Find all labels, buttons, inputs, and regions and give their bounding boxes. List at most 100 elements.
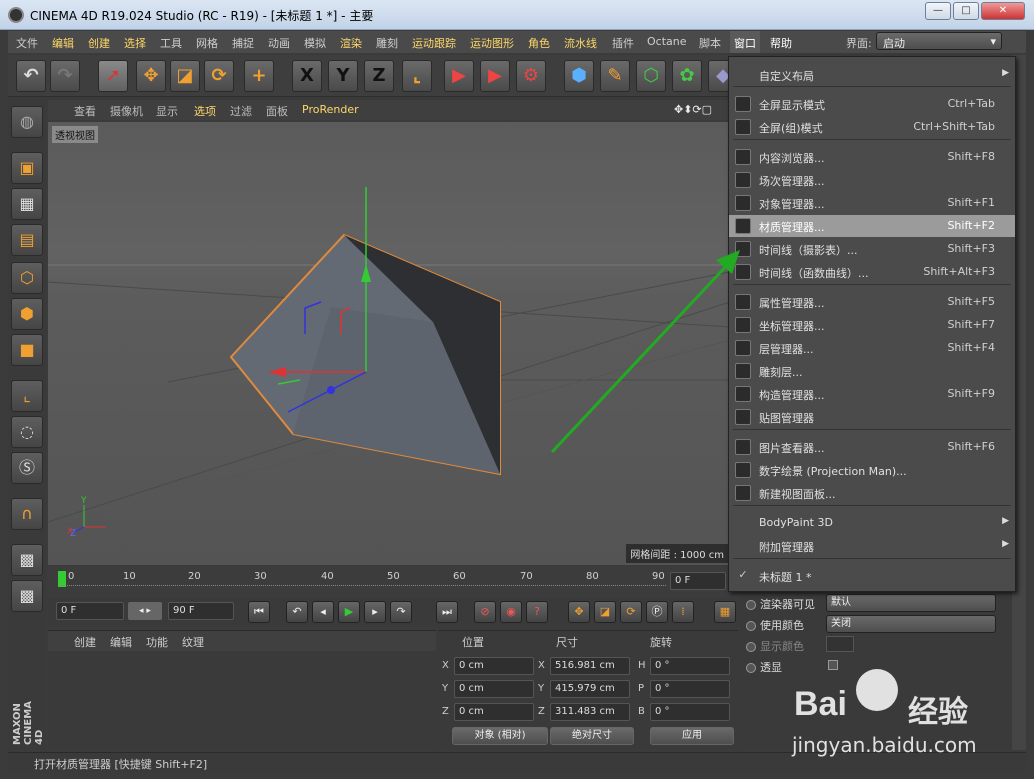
window-menu-item[interactable]: 坐标管理器... Shift+F7 [729, 314, 1015, 336]
key-position-button[interactable]: ✥ [568, 601, 590, 623]
move-tool-button[interactable]: ✥ [136, 60, 166, 92]
prev-frame-button[interactable]: ◂ [312, 601, 334, 623]
window-menu-item[interactable]: 全屏显示模式 Ctrl+Tab [729, 93, 1015, 115]
coord-mode-select[interactable]: 对象 (相对) [452, 727, 548, 745]
window-menu-item[interactable]: 附加管理器 ▶ [729, 535, 1015, 557]
next-frame-button[interactable]: ▸ [364, 601, 386, 623]
material-menu-create[interactable]: 创建 [74, 634, 96, 650]
radio-icon[interactable] [746, 600, 756, 610]
window-menu-item[interactable]: 场次管理器... [729, 169, 1015, 191]
viewport-menu-filter[interactable]: 过滤 [230, 103, 252, 119]
key-rotation-button[interactable]: ⟳ [620, 601, 642, 623]
coordinate-system-button[interactable]: ⌞ [402, 60, 432, 92]
viewport-menu-view[interactable]: 查看 [74, 103, 96, 119]
timeline[interactable]: 0 10 20 30 40 50 60 70 80 90 0 F [48, 567, 730, 597]
frame-range-slider[interactable]: ◂ ▸ [128, 602, 162, 620]
menu-pipeline[interactable]: 流水线 [564, 35, 597, 51]
rotate-tool-button[interactable]: ⟳ [204, 60, 234, 92]
display-color-swatch[interactable] [826, 636, 854, 652]
tweak-mode-button[interactable]: ◌ [11, 416, 43, 448]
window-menu-item[interactable]: 时间线（摄影表）... Shift+F3 [729, 238, 1015, 260]
pen-button[interactable]: ✎ [600, 60, 630, 92]
texture-mode-button[interactable]: ▦ [11, 188, 43, 220]
menu-tools[interactable]: 工具 [160, 35, 182, 51]
window-menu-item[interactable]: 属性管理器... Shift+F5 [729, 291, 1015, 313]
window-menu-item[interactable]: 材质管理器... Shift+F2 [729, 215, 1015, 237]
use-color-select[interactable]: 关闭 [826, 615, 996, 633]
window-menu-item[interactable]: BodyPaint 3D ▶ [729, 512, 1015, 534]
close-button[interactable]: ✕ [981, 2, 1025, 20]
workplane-mode-button[interactable]: ▤ [11, 224, 43, 256]
x-axis-button[interactable]: X [292, 60, 322, 92]
key-points-button[interactable]: ⁞ [672, 601, 694, 623]
window-menu-item[interactable]: ✓ 未标题 1 * [729, 565, 1015, 587]
snap-button[interactable]: Ⓢ [11, 452, 43, 484]
go-to-start-button[interactable]: ⏮ [248, 601, 270, 623]
prev-key-button[interactable]: ↶ [286, 601, 308, 623]
redo-button[interactable]: ↷ [50, 60, 80, 92]
viewport-menu-panel[interactable]: 面板 [266, 103, 288, 119]
y-axis-button[interactable]: Y [328, 60, 358, 92]
keyframe-selection-button[interactable]: ? [526, 601, 548, 623]
material-menu-texture[interactable]: 纹理 [182, 634, 204, 650]
model-mode-button[interactable]: ▣ [11, 152, 43, 184]
key-parameter-button[interactable]: Ⓟ [646, 601, 668, 623]
radio-icon[interactable] [746, 621, 756, 631]
viewport-menu-prorender[interactable]: ProRender [302, 103, 359, 116]
menu-simulate[interactable]: 模拟 [304, 35, 326, 51]
radio-icon[interactable] [746, 642, 756, 652]
viewport-menu-display[interactable]: 显示 [156, 103, 178, 119]
apply-button[interactable]: 应用 [650, 727, 734, 745]
magnet-button[interactable]: ∩ [11, 498, 43, 530]
window-menu-item[interactable]: 图片查看器... Shift+F6 [729, 436, 1015, 458]
current-frame-field[interactable]: 0 F [670, 572, 726, 590]
go-to-end-button[interactable]: ⏭ [436, 601, 458, 623]
menu-snap[interactable]: 捕捉 [232, 35, 254, 51]
layout-select[interactable]: 启动 ▾ [876, 32, 1002, 50]
make-editable-button[interactable]: ◍ [11, 106, 43, 138]
material-menu-edit[interactable]: 编辑 [110, 634, 132, 650]
menu-script[interactable]: 脚本 [699, 35, 721, 51]
menu-mesh[interactable]: 网格 [196, 35, 218, 51]
window-menu-item[interactable]: 内容浏览器... Shift+F8 [729, 146, 1015, 168]
grid-snap-button[interactable]: ▩ [11, 580, 43, 612]
menu-select[interactable]: 选择 [124, 35, 146, 51]
viewport-menu-camera[interactable]: 摄像机 [110, 103, 143, 119]
window-menu-item[interactable]: 层管理器... Shift+F4 [729, 337, 1015, 359]
play-button[interactable]: ▶ [338, 601, 360, 623]
record-button[interactable]: ⊘ [474, 601, 496, 623]
viewport-menu-options[interactable]: 选项 [194, 103, 216, 119]
maximize-button[interactable]: □ [953, 2, 979, 20]
radio-icon[interactable] [746, 663, 756, 673]
menu-render[interactable]: 渲染 [340, 35, 362, 51]
recent-tool-button[interactable]: + [244, 60, 274, 92]
size-mode-select[interactable]: 绝对尺寸 [550, 727, 634, 745]
autokey-button[interactable]: ◉ [500, 601, 522, 623]
rotation-b-field[interactable]: 0 ° [650, 703, 730, 721]
position-z-field[interactable]: 0 cm [454, 703, 534, 721]
window-menu-item[interactable]: 贴图管理器 [729, 406, 1015, 428]
scale-tool-button[interactable]: ◪ [170, 60, 200, 92]
window-menu-item[interactable]: 全屏(组)模式 Ctrl+Shift+Tab [729, 116, 1015, 138]
key-scale-button[interactable]: ◪ [594, 601, 616, 623]
window-menu-item[interactable]: 雕刻层... [729, 360, 1015, 382]
z-axis-button[interactable]: Z [364, 60, 394, 92]
window-menu-item[interactable]: 构造管理器... Shift+F9 [729, 383, 1015, 405]
window-menu-item[interactable]: 自定义布局 ▶ [729, 64, 1015, 86]
size-z-field[interactable]: 311.483 cm [550, 703, 630, 721]
subdivision-button[interactable]: ⬡ [636, 60, 666, 92]
window-menu-item[interactable]: 时间线（函数曲线）... Shift+Alt+F3 [729, 261, 1015, 283]
menu-mograph[interactable]: 运动图形 [470, 35, 514, 51]
points-mode-button[interactable]: ⬡ [11, 262, 43, 294]
position-y-field[interactable]: 0 cm [454, 680, 534, 698]
window-menu-item[interactable]: 新建视图面板... [729, 482, 1015, 504]
undo-button[interactable]: ↶ [16, 60, 46, 92]
window-menu-item[interactable]: 对象管理器... Shift+F1 [729, 192, 1015, 214]
live-selection-button[interactable]: ➚ [98, 60, 128, 92]
edges-mode-button[interactable]: ⬢ [11, 298, 43, 330]
menu-edit[interactable]: 编辑 [52, 35, 74, 51]
material-menu-function[interactable]: 功能 [146, 634, 168, 650]
size-y-field[interactable]: 415.979 cm [550, 680, 630, 698]
timeline-window-button[interactable]: ▦ [714, 601, 736, 623]
render-visible-select[interactable]: 默认 [826, 594, 996, 612]
